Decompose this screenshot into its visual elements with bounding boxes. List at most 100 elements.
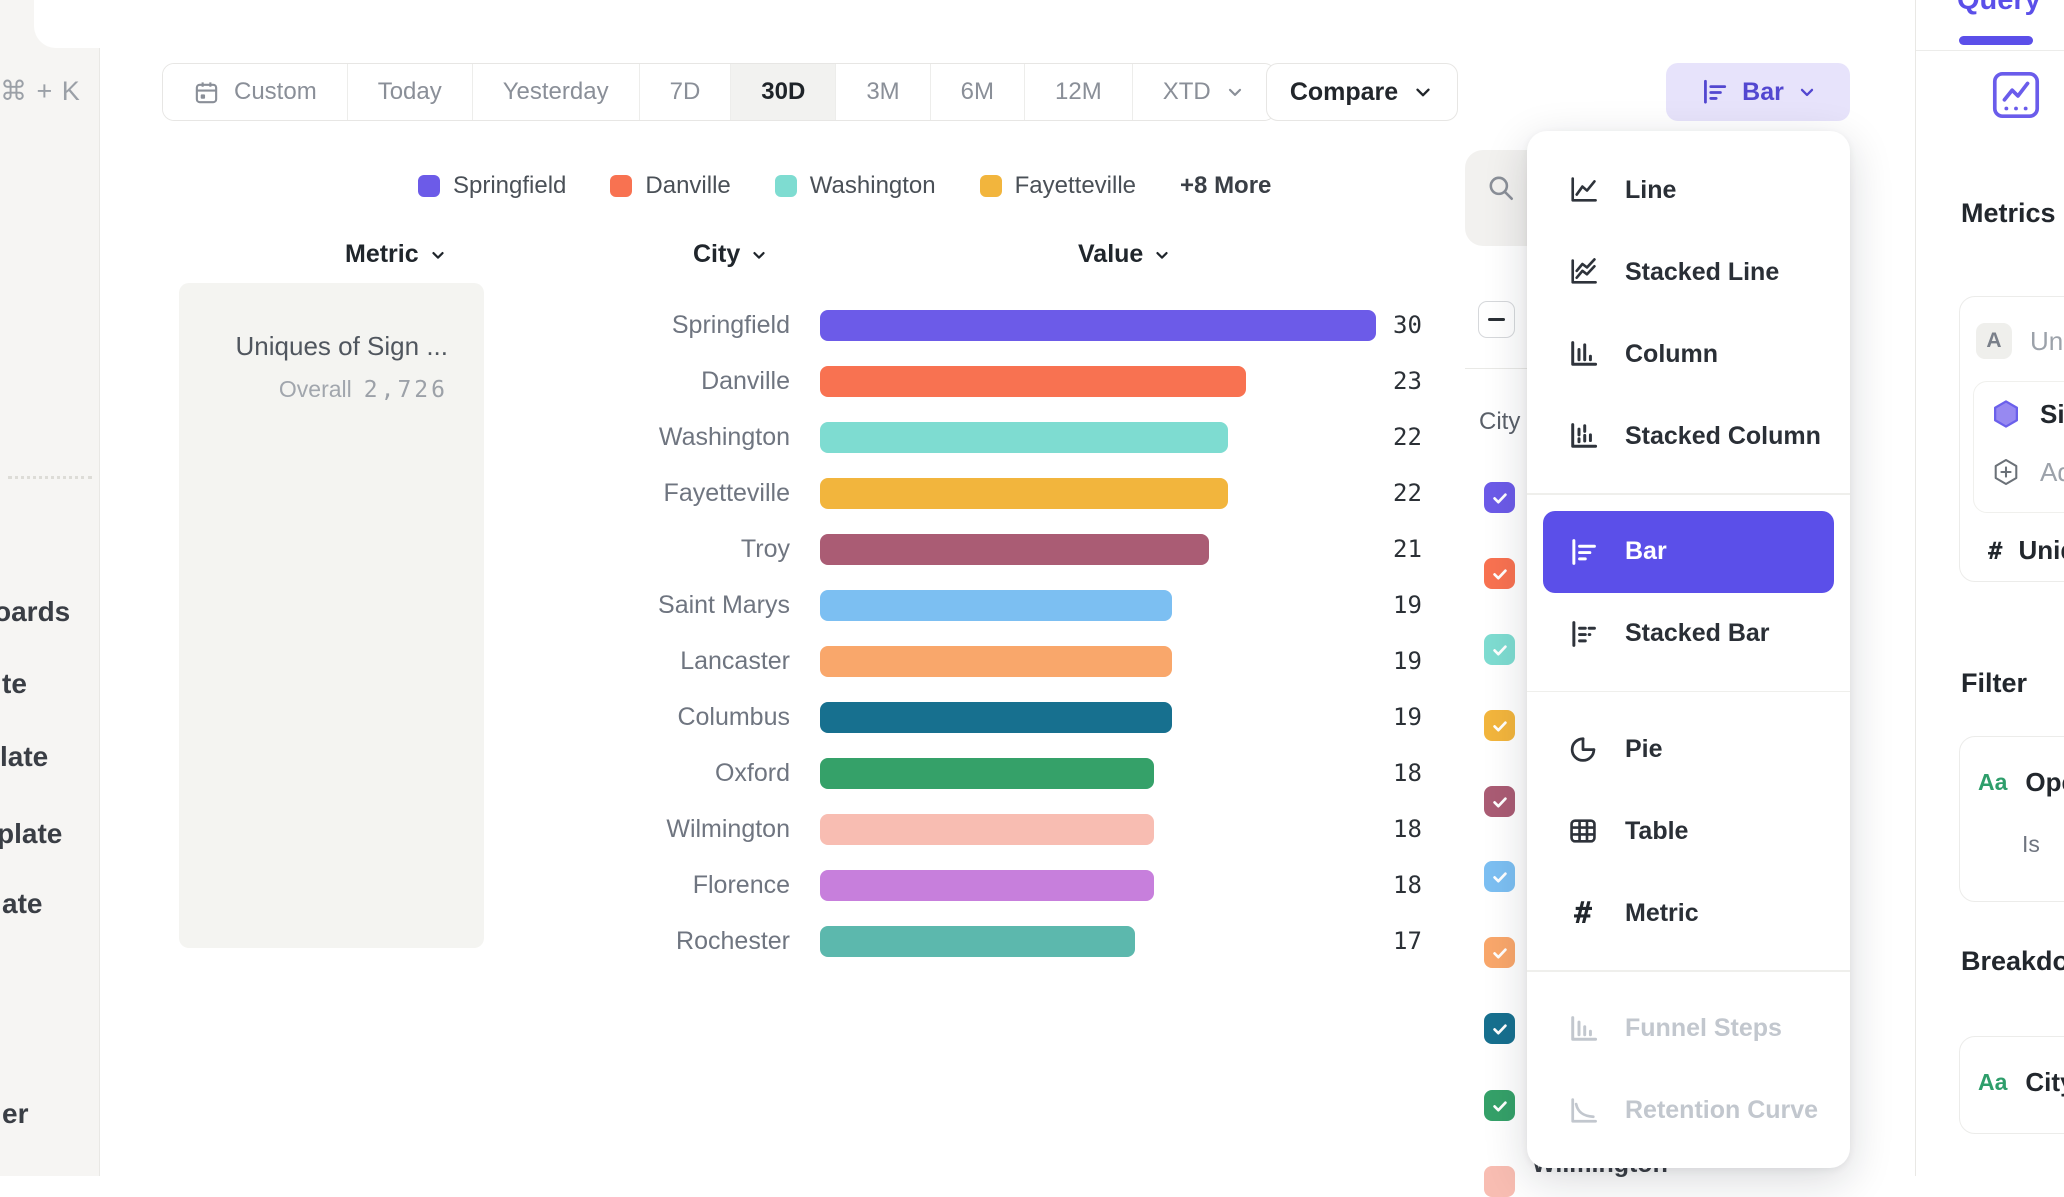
legend-item-danville[interactable]: Danville: [610, 172, 730, 200]
rail-divider: [8, 476, 92, 479]
legend-swatch: [980, 175, 1002, 197]
sidebar-item-5[interactable]: er: [2, 1098, 28, 1130]
menu-item-label: Column: [1625, 340, 1718, 369]
bar[interactable]: [820, 366, 1246, 397]
tab-active-indicator: [1959, 36, 2033, 45]
bar-track: [820, 590, 1376, 621]
legend-item-fayetteville[interactable]: Fayetteville: [980, 172, 1136, 200]
menu-item-pie[interactable]: Pie: [1527, 708, 1850, 790]
bar-track: [820, 758, 1376, 789]
bar[interactable]: [820, 590, 1172, 621]
add-event-hexagon-icon[interactable]: [1990, 456, 2022, 488]
range-30d-button[interactable]: 30D: [731, 64, 836, 120]
tab-query[interactable]: Query: [1957, 0, 2041, 17]
menu-item-bar[interactable]: Bar: [1543, 511, 1834, 593]
sidebar-item-2[interactable]: late: [0, 741, 48, 773]
column-header-label: Value: [1078, 240, 1143, 269]
menu-item-line[interactable]: Line: [1527, 149, 1850, 231]
range-custom-button[interactable]: Custom: [163, 64, 348, 120]
checkbox-lancaster[interactable]: [1484, 937, 1515, 968]
checkbox-oxford[interactable]: [1484, 1090, 1515, 1121]
range-today-button[interactable]: Today: [348, 64, 473, 120]
checkbox-fayetteville[interactable]: [1484, 710, 1515, 741]
range-label: Custom: [234, 78, 317, 106]
metric-overall-row: Overall2,726: [189, 376, 448, 403]
bar[interactable]: [820, 310, 1376, 341]
filter-operator[interactable]: Is: [2022, 831, 2040, 858]
bar[interactable]: [820, 702, 1172, 733]
checkbox-columbus[interactable]: [1484, 1013, 1515, 1044]
menu-item-metric[interactable]: # Metric: [1527, 872, 1850, 954]
compare-button[interactable]: Compare: [1266, 63, 1458, 121]
chart-type-dropdown-button[interactable]: Bar: [1666, 63, 1850, 121]
range-6m-button[interactable]: 6M: [931, 64, 1025, 120]
check-icon: [1490, 1096, 1510, 1116]
breakdown-property: City: [2025, 1067, 2064, 1098]
bar-track: [820, 646, 1376, 677]
bar-row: Washington 22: [600, 409, 1422, 465]
bar[interactable]: [820, 478, 1228, 509]
legend-item-springfield[interactable]: Springfield: [418, 172, 566, 200]
menu-item-table[interactable]: Table: [1527, 790, 1850, 872]
menu-item-stacked-bar[interactable]: Stacked Bar: [1527, 593, 1850, 675]
menu-item-label: Metric: [1625, 899, 1699, 928]
event-selector-card[interactable]: Sig Ad: [1973, 381, 2064, 513]
column-header-city[interactable]: City: [693, 240, 768, 269]
metric-title: Uniques of Sign ...: [189, 331, 448, 362]
menu-item-stacked-line[interactable]: Stacked Line: [1527, 231, 1850, 313]
legend-label: Washington: [810, 172, 936, 200]
bar-category-label: Washington: [600, 423, 790, 452]
retention-curve-icon: [1567, 1095, 1599, 1127]
bar[interactable]: [820, 534, 1209, 565]
column-header-metric[interactable]: Metric: [345, 240, 447, 269]
bar[interactable]: [820, 758, 1154, 789]
range-3m-button[interactable]: 3M: [836, 64, 930, 120]
checkbox-washington[interactable]: [1484, 634, 1515, 665]
bar[interactable]: [820, 926, 1135, 957]
bar-row: Florence 18: [600, 857, 1422, 913]
menu-item-stacked-column[interactable]: Stacked Column: [1527, 395, 1850, 477]
bar[interactable]: [820, 870, 1154, 901]
checkbox-saint-marys[interactable]: [1484, 861, 1515, 892]
checkbox-springfield[interactable]: [1484, 482, 1515, 513]
bar-category-label: Columbus: [600, 703, 790, 732]
chevron-down-icon: [1797, 82, 1817, 102]
bar-category-label: Danville: [600, 367, 790, 396]
menu-item-label: Stacked Column: [1625, 422, 1821, 451]
column-header-value[interactable]: Value: [1078, 240, 1171, 269]
menu-item-column[interactable]: Column: [1527, 313, 1850, 395]
metric-query-card[interactable]: A Uniq Sig Ad # Uniqu: [1959, 296, 2064, 582]
checkbox-wilmington[interactable]: [1484, 1166, 1515, 1197]
sidebar-item-3[interactable]: plate: [0, 818, 62, 850]
filter-card[interactable]: Aa Ope Is i: [1959, 736, 2064, 902]
range-7d-button[interactable]: 7D: [640, 64, 732, 120]
bar[interactable]: [820, 814, 1154, 845]
menu-item-label: Stacked Bar: [1625, 619, 1770, 648]
collapse-all-button[interactable]: [1478, 301, 1515, 338]
menu-item-label: Line: [1625, 176, 1676, 205]
event-hexagon-icon: [1990, 398, 2022, 430]
legend-more-button[interactable]: +8 More: [1180, 172, 1271, 200]
bar[interactable]: [820, 422, 1228, 453]
range-yesterday-button[interactable]: Yesterday: [473, 64, 640, 120]
metric-card[interactable]: Uniques of Sign ... Overall2,726: [179, 283, 484, 948]
breakdown-card[interactable]: Aa City: [1959, 1036, 2064, 1134]
sidebar-item-4[interactable]: ate: [2, 888, 42, 920]
range-12m-button[interactable]: 12M: [1025, 64, 1133, 120]
check-icon: [1490, 488, 1510, 508]
stacked-line-chart-icon: [1567, 256, 1599, 288]
insights-chart-icon[interactable]: [1989, 68, 2043, 122]
legend-label: Fayetteville: [1015, 172, 1136, 200]
column-chart-icon: [1567, 338, 1599, 370]
chevron-down-icon: [1412, 81, 1434, 103]
checkbox-danville[interactable]: [1484, 558, 1515, 589]
check-icon: [1490, 640, 1510, 660]
sidebar-item-1[interactable]: te: [2, 668, 27, 700]
legend-item-washington[interactable]: Washington: [775, 172, 936, 200]
bar-value: 30: [1393, 311, 1422, 339]
menu-separator: [1527, 493, 1850, 495]
sidebar-item-boards[interactable]: oards: [0, 596, 70, 628]
checkbox-troy[interactable]: [1484, 786, 1515, 817]
range-xtd-button[interactable]: XTD: [1133, 64, 1275, 120]
bar[interactable]: [820, 646, 1172, 677]
